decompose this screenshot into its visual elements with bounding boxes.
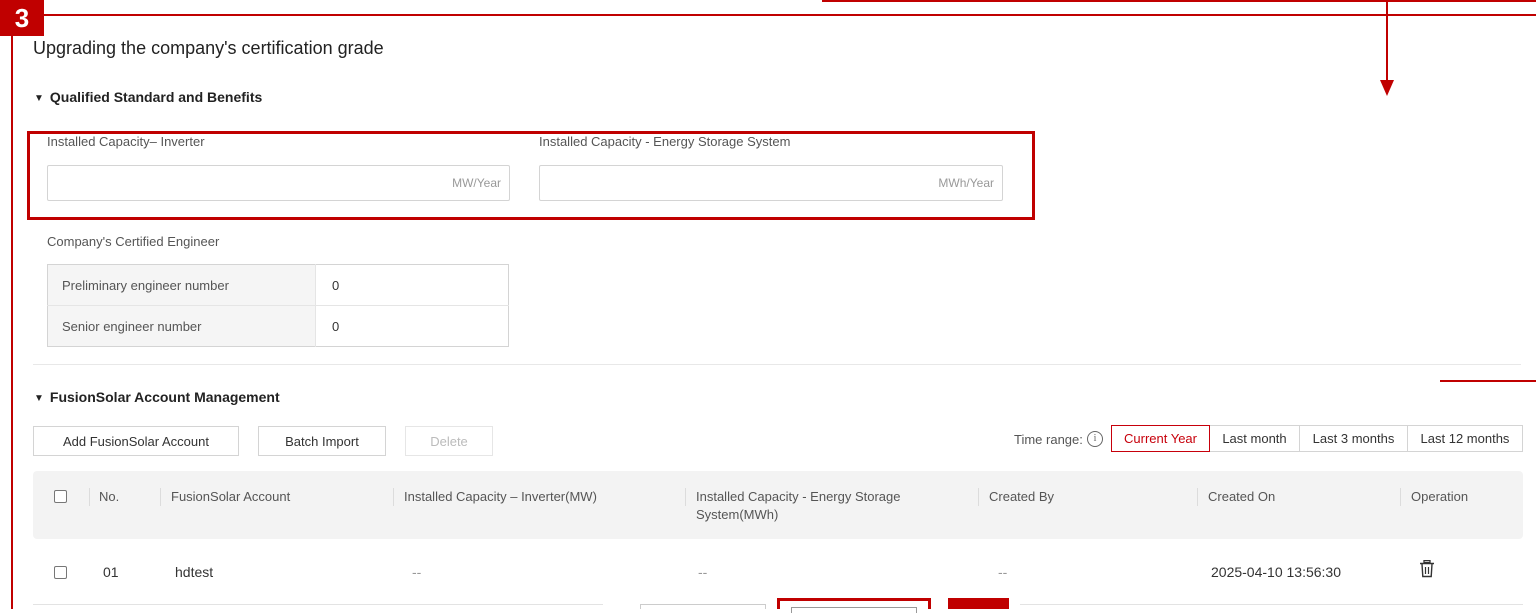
info-icon[interactable]: i: [1087, 431, 1103, 447]
engineer-key: Senior engineer number: [47, 305, 316, 347]
row-checkbox[interactable]: [54, 566, 67, 579]
qualified-section-title: Qualified Standard and Benefits: [49, 89, 263, 105]
engineer-row: Senior engineer number 0: [47, 305, 509, 347]
qualified-section-toggle[interactable]: ▼ Qualified Standard and Benefits: [34, 89, 262, 105]
row-inverter: --: [412, 564, 422, 580]
col-operation: Operation: [1411, 489, 1469, 504]
section-divider: [33, 364, 1521, 365]
col-ess-capacity: Installed Capacity - Energy Storage Syst…: [696, 489, 901, 522]
col-created-by: Created By: [989, 489, 1055, 504]
engineer-table: Preliminary engineer number 0 Senior eng…: [47, 264, 509, 347]
select-all-checkbox[interactable]: [54, 490, 67, 503]
col-created-on: Created On: [1208, 489, 1276, 504]
caret-down-icon: ▼: [34, 93, 44, 104]
row-no: 01: [103, 564, 119, 580]
range-last-3-months[interactable]: Last 3 months: [1299, 425, 1408, 452]
account-section-title: FusionSolar Account Management: [49, 389, 280, 405]
engineer-value: 0: [315, 264, 509, 306]
annotation-line-left: [11, 36, 13, 609]
batch-import-button[interactable]: Batch Import: [258, 426, 386, 456]
col-no: No.: [99, 489, 120, 504]
annotation-arrow-line: [1386, 0, 1388, 80]
annotation-line-right: [1440, 380, 1536, 382]
annotation-marker-bottom: [948, 598, 1009, 609]
annotation-line-top-right: [822, 0, 1536, 2]
engineer-key: Preliminary engineer number: [47, 264, 316, 306]
col-inverter-capacity: Installed Capacity – Inverter(MW): [404, 489, 597, 504]
column-separator: [978, 488, 979, 506]
column-separator: [685, 488, 686, 506]
trash-icon[interactable]: [1419, 560, 1435, 578]
column-separator: [89, 488, 90, 506]
column-separator: [160, 488, 161, 506]
add-account-button[interactable]: Add FusionSolar Account: [33, 426, 239, 456]
row-created-on: 2025-04-10 13:56:30: [1211, 564, 1341, 580]
annotation-highlight-capacity: [27, 131, 1035, 220]
annotation-arrow-head: [1380, 80, 1394, 96]
annotation-highlight-bottom: [777, 598, 931, 613]
range-last-month[interactable]: Last month: [1209, 425, 1300, 452]
pagination-box: [640, 604, 766, 609]
annotation-line-top: [44, 14, 1536, 16]
column-separator: [393, 488, 394, 506]
range-last-12-months[interactable]: Last 12 months: [1407, 425, 1523, 452]
row-ess: --: [698, 564, 708, 580]
column-separator: [1197, 488, 1198, 506]
row-account: hdtest: [175, 564, 214, 580]
row-divider: [1020, 604, 1523, 605]
time-range-label: Time range:: [1014, 432, 1083, 447]
col-account: FusionSolar Account: [171, 489, 291, 504]
delete-button[interactable]: Delete: [405, 426, 493, 456]
page-title: Upgrading the company's certification gr…: [33, 38, 384, 58]
row-divider: [33, 604, 603, 605]
range-current-year[interactable]: Current Year: [1111, 425, 1210, 452]
engineer-value: 0: [332, 318, 340, 334]
column-separator: [1400, 488, 1401, 506]
step-number-badge: 3: [0, 0, 44, 36]
account-section-toggle[interactable]: ▼ FusionSolar Account Management: [34, 389, 280, 405]
certified-engineer-label: Company's Certified Engineer: [47, 234, 220, 249]
caret-down-icon: ▼: [34, 393, 44, 404]
engineer-row: Preliminary engineer number 0: [47, 264, 509, 306]
row-created-by: --: [998, 564, 1008, 580]
